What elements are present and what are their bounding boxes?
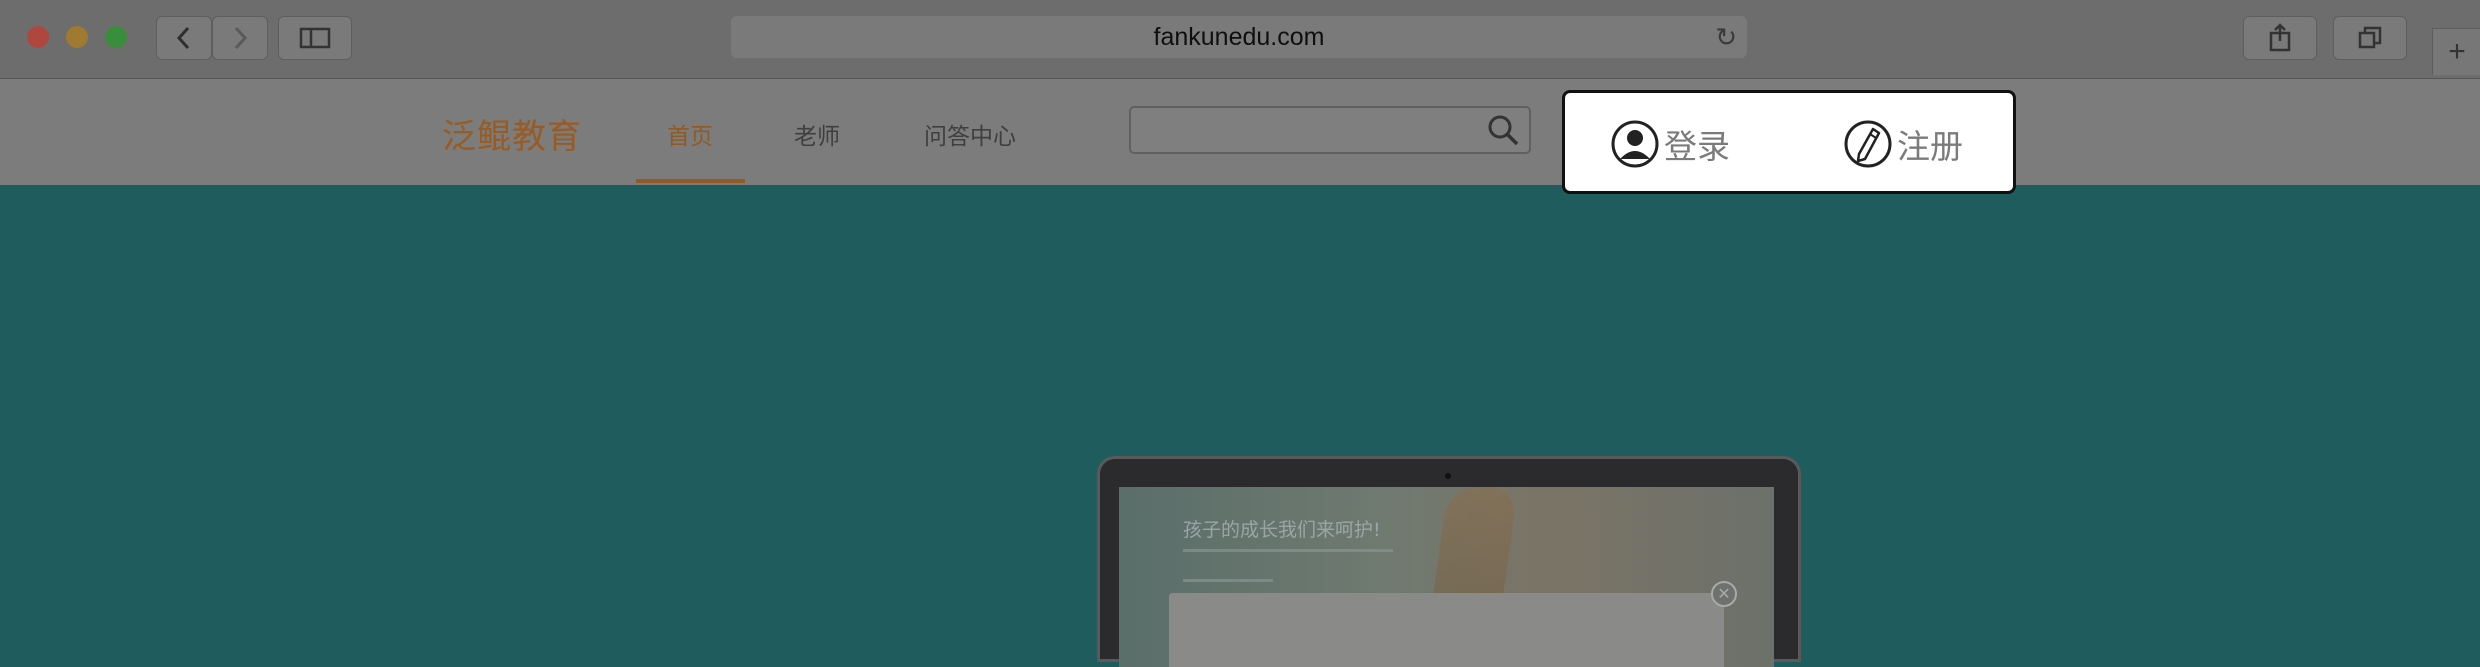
window-close-button[interactable] (27, 26, 49, 48)
sidebar-toggle-button[interactable] (278, 16, 352, 60)
window-maximize-button[interactable] (105, 26, 127, 48)
user-circle-icon (1611, 120, 1659, 168)
window-minimize-button[interactable] (66, 26, 88, 48)
site-logo[interactable]: 泛鲲教育 (442, 109, 582, 158)
screen-subtitle-line (1183, 549, 1393, 552)
login-label: 登录 (1664, 127, 1730, 166)
nav-item-teachers[interactable]: 老师 (794, 117, 840, 151)
nav-item-home[interactable]: 首页 (667, 117, 713, 151)
screen-tagline-line (1183, 579, 1273, 582)
url-text: fankunedu.com (1153, 22, 1325, 51)
plus-icon: + (2448, 35, 2466, 68)
register-button[interactable]: 注册 (1843, 119, 1963, 169)
login-button[interactable]: 登录 (1610, 119, 1730, 169)
nav-item-qa-center[interactable]: 问答中心 (924, 117, 1016, 151)
browser-toolbar: fankunedu.com ↻ + (0, 0, 2480, 79)
search-input[interactable] (1129, 106, 1531, 154)
show-tabs-button[interactable] (2333, 16, 2407, 60)
new-tab-button[interactable]: + (2432, 28, 2480, 75)
reload-icon[interactable]: ↻ (1715, 22, 1737, 53)
share-icon (2269, 23, 2291, 52)
close-icon: ✕ (1711, 581, 1737, 607)
pencil-circle-icon (1844, 120, 1892, 168)
register-label: 注册 (1897, 127, 1963, 166)
chevron-left-icon (176, 26, 190, 50)
site-header: 泛鲲教育 首页 老师 问答中心 (0, 79, 2480, 185)
chevron-right-icon (234, 26, 248, 50)
forward-button[interactable] (212, 16, 268, 60)
laptop-screen: 孩子的成长我们来呵护! ✕ (1119, 487, 1774, 667)
search-icon[interactable] (1485, 112, 1521, 148)
screen-modal (1169, 593, 1724, 667)
share-button[interactable] (2243, 16, 2317, 60)
laptop-illustration: 孩子的成长我们来呵护! ✕ (1097, 456, 1801, 667)
tabs-icon (2358, 26, 2382, 49)
active-nav-indicator (636, 179, 745, 183)
screen-headline: 孩子的成长我们来呵护! (1183, 519, 1381, 541)
sidebar-icon (299, 27, 331, 49)
laptop-camera (1445, 473, 1451, 479)
address-bar[interactable]: fankunedu.com ↻ (731, 16, 1747, 58)
auth-panel: 登录 注册 (1562, 90, 2016, 194)
back-button[interactable] (156, 16, 212, 60)
